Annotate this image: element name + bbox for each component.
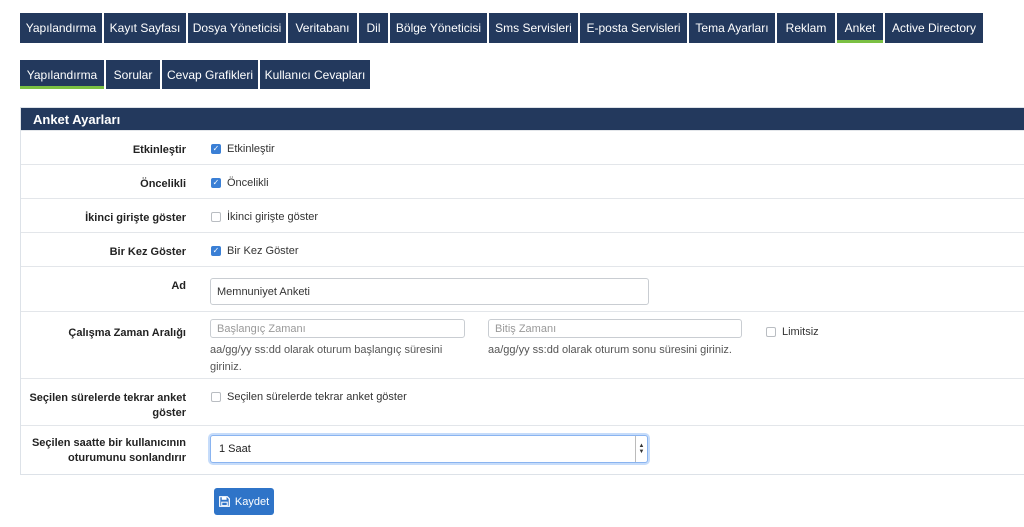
row-enable: Etkinleştir Etkinleştir [21, 130, 1024, 164]
tab-bolge-yoneticisi[interactable]: Bölge Yöneticisi [390, 13, 487, 43]
row-session-end: Seçilen saatte bir kullanıcının oturumun… [21, 425, 1024, 472]
repeat-checkbox[interactable] [211, 392, 221, 402]
tab-anket[interactable]: Anket [837, 13, 883, 43]
tab-reklam[interactable]: Reklam [777, 13, 835, 43]
priority-checkbox[interactable] [211, 178, 221, 188]
sub-tab-bar: Yapılandırma Sorular Cevap Grafikleri Ku… [20, 60, 372, 89]
main-tab-bar: Yapılandırma Kayıt Sayfası Dosya Yönetic… [20, 13, 985, 43]
subtab-sorular[interactable]: Sorular [106, 60, 160, 89]
row-time-range: Çalışma Zaman Aralığı aa/gg/yy ss:dd ola… [21, 311, 1024, 378]
session-end-selected: 1 Saat [219, 443, 251, 455]
priority-label: Öncelikli [140, 178, 186, 190]
second-login-checkbox-wrap[interactable]: İkinci girişte göster [211, 211, 318, 223]
enable-label: Etkinleştir [132, 144, 186, 156]
session-end-label: Seçilen saatte bir kullanıcının oturumun… [31, 437, 186, 464]
end-time-hint: aa/gg/yy ss:dd olarak oturum sonu süresi… [488, 344, 732, 356]
show-once-checkbox-label: Bir Kez Göster [227, 245, 299, 257]
survey-settings-panel: Anket Ayarları Etkinleştir Etkinleştir Ö… [20, 107, 1024, 475]
row-repeat: Seçilen sürelerde tekrar anket göster Se… [21, 378, 1024, 425]
row-second-login: İkinci girişte göster İkinci girişte gös… [21, 198, 1024, 232]
second-login-label: İkinci girişte göster [85, 212, 186, 224]
end-time-input[interactable] [488, 319, 742, 338]
enable-checkbox-wrap[interactable]: Etkinleştir [211, 143, 275, 155]
unlimited-checkbox[interactable] [766, 327, 776, 337]
unlimited-checkbox-label: Limitsiz [782, 326, 819, 338]
row-show-once: Bir Kez Göster Bir Kez Göster [21, 232, 1024, 266]
repeat-checkbox-label: Seçilen sürelerde tekrar anket göster [227, 391, 407, 403]
row-priority: Öncelikli Öncelikli [21, 164, 1024, 198]
tab-kayit-sayfasi[interactable]: Kayıt Sayfası [104, 13, 186, 43]
tab-sms-servisleri[interactable]: Sms Servisleri [489, 13, 578, 43]
row-name: Ad [21, 266, 1024, 311]
session-end-select[interactable]: 1 Saat ▲ ▼ [210, 435, 648, 463]
priority-checkbox-wrap[interactable]: Öncelikli [211, 177, 269, 189]
select-caret-icon[interactable]: ▲ ▼ [635, 436, 647, 462]
tab-yapilandirma[interactable]: Yapılandırma [20, 13, 102, 43]
time-range-label: Çalışma Zaman Aralığı [68, 327, 186, 339]
panel-title: Anket Ayarları [21, 108, 1024, 130]
tab-dil[interactable]: Dil [359, 13, 388, 43]
tab-dosya-yoneticisi[interactable]: Dosya Yöneticisi [188, 13, 286, 43]
start-time-input[interactable] [210, 319, 465, 338]
name-input[interactable] [210, 278, 649, 305]
subtab-kullanici-cevaplari[interactable]: Kullanıcı Cevapları [260, 60, 370, 89]
tab-eposta-servisleri[interactable]: E-posta Servisleri [580, 13, 687, 43]
save-button[interactable]: Kaydet [214, 488, 274, 515]
second-login-checkbox[interactable] [211, 212, 221, 222]
repeat-label: Seçilen sürelerde tekrar anket göster [29, 392, 186, 419]
show-once-checkbox[interactable] [211, 246, 221, 256]
subtab-cevap-grafikleri[interactable]: Cevap Grafikleri [162, 60, 258, 89]
name-label: Ad [171, 280, 186, 292]
repeat-checkbox-wrap[interactable]: Seçilen sürelerde tekrar anket göster [211, 391, 407, 403]
show-once-checkbox-wrap[interactable]: Bir Kez Göster [211, 245, 299, 257]
show-once-label: Bir Kez Göster [109, 246, 186, 258]
second-login-checkbox-label: İkinci girişte göster [227, 211, 319, 223]
priority-checkbox-label: Öncelikli [227, 177, 269, 189]
save-icon [218, 496, 230, 507]
enable-checkbox-label: Etkinleştir [227, 143, 275, 155]
enable-checkbox[interactable] [211, 144, 221, 154]
tab-active-directory[interactable]: Active Directory [885, 13, 983, 43]
tab-veritabani[interactable]: Veritabanı [288, 13, 357, 43]
start-time-hint: aa/gg/yy ss:dd olarak oturum başlangıç s… [210, 344, 443, 373]
tab-tema-ayarlari[interactable]: Tema Ayarları [689, 13, 775, 43]
unlimited-checkbox-wrap[interactable]: Limitsiz [766, 326, 819, 338]
subtab-yapilandirma[interactable]: Yapılandırma [20, 60, 104, 89]
